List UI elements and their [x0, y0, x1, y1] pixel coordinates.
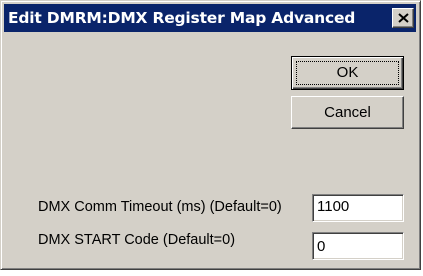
start-code-input[interactable]: 0: [312, 232, 404, 260]
timeout-input[interactable]: 1100: [312, 194, 404, 222]
close-button[interactable]: [392, 8, 414, 28]
cancel-button-label: Cancel: [324, 104, 371, 121]
ok-button[interactable]: OK: [291, 56, 404, 90]
timeout-label: DMX Comm Timeout (ms) (Default=0): [38, 199, 282, 215]
start-code-label: DMX START Code (Default=0): [38, 232, 236, 248]
window-title: Edit DMRM:DMX Register Map Advanced: [8, 9, 356, 27]
title-bar[interactable]: Edit DMRM:DMX Register Map Advanced: [4, 4, 416, 32]
dialog-window: Edit DMRM:DMX Register Map Advanced OK C…: [0, 0, 421, 270]
close-icon: [398, 13, 409, 23]
ok-button-label: OK: [336, 64, 359, 81]
cancel-button[interactable]: Cancel: [291, 96, 404, 129]
